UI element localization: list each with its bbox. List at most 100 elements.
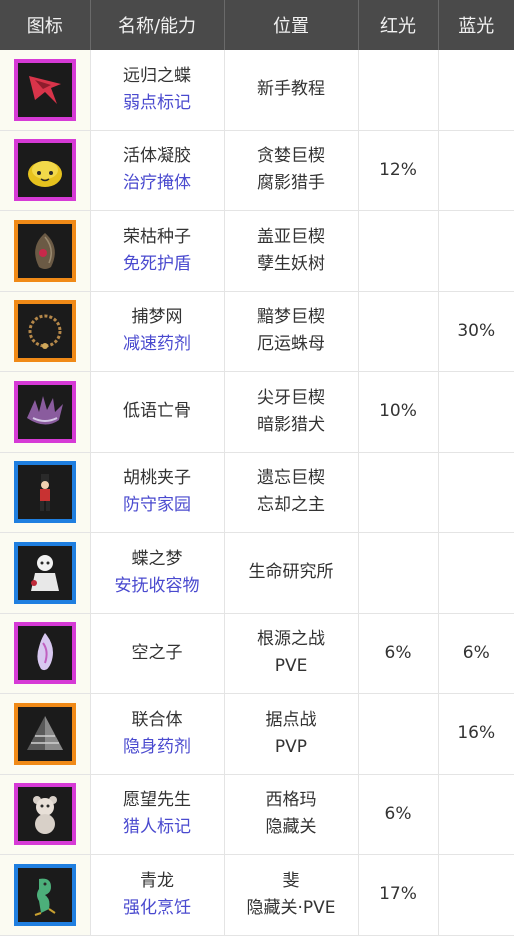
red-light-cell — [358, 452, 439, 533]
item-ability: 强化烹饪 — [123, 897, 191, 918]
red-light-cell — [358, 532, 439, 614]
item-ability: 猎人标记 — [123, 817, 191, 838]
header-red: 红光 — [358, 0, 439, 50]
table-row: 愿望先生 猎人标记 西格玛 隐藏关 6% — [0, 774, 514, 855]
item-name: 远归之蝶 — [123, 65, 191, 86]
blue-light-cell: 30% — [438, 291, 514, 372]
header-blue: 蓝光 — [438, 0, 514, 50]
location-line: 斐 — [282, 870, 300, 891]
blue-light-cell — [438, 774, 514, 855]
table-row: 蝶之梦 安抚收容物 生命研究所 — [0, 532, 514, 614]
location-line: 生命研究所 — [248, 562, 334, 583]
name-cell: 愿望先生 猎人标记 — [90, 774, 225, 855]
name-cell: 低语亡骨 — [90, 371, 225, 453]
table-row: 活体凝胶 治疗掩体 贪婪巨楔 腐影猎手 12% — [0, 130, 514, 211]
red-light-cell: 10% — [358, 371, 439, 453]
table-row: 青龙 强化烹饪斐隐藏关·PVE 17% — [0, 854, 514, 936]
table-row: 荣枯种子 免死护盾 盖亚巨楔 孽生妖树 — [0, 210, 514, 292]
blue-light-cell — [438, 854, 514, 936]
blue-light-cell — [438, 452, 514, 533]
name-cell: 青龙 强化烹饪 — [90, 854, 225, 936]
ghost-wisp-icon[interactable] — [13, 622, 76, 685]
red-light-cell: 17% — [358, 854, 439, 936]
item-name: 空之子 — [131, 642, 183, 663]
location-cell: 尖牙巨楔 暗影猎犬 — [224, 371, 359, 453]
location-cell: 黯梦巨楔 厄运蛛母 — [224, 291, 359, 372]
red-arrow-butterfly-icon[interactable] — [13, 58, 76, 121]
icon-cell — [0, 613, 91, 694]
table-row: 远归之蝶弱点标记 新手教程 — [0, 50, 514, 131]
location-cell: 生命研究所 — [224, 532, 359, 614]
pyramid-icon[interactable] — [13, 702, 76, 765]
icon-cell — [0, 291, 91, 372]
location-line: 忘却之主 — [257, 495, 325, 516]
icon-cell — [0, 693, 91, 775]
blue-light-cell — [438, 371, 514, 453]
location-cell: 据点战 PVP — [224, 693, 359, 775]
dreamcatcher-necklace-icon[interactable] — [13, 300, 76, 363]
location-line: 尖牙巨楔 — [257, 387, 325, 408]
location-line: 根源之战 — [257, 629, 325, 650]
location-line: PVE — [274, 656, 308, 677]
location-line: 厄运蛛母 — [257, 334, 325, 355]
red-light-cell — [358, 693, 439, 775]
location-line: 据点战 — [265, 709, 317, 730]
icon-cell — [0, 50, 91, 131]
location-line: 隐藏关·PVE — [246, 897, 336, 918]
nutcracker-icon[interactable] — [13, 461, 76, 524]
location-line: 遗忘巨楔 — [257, 468, 325, 489]
table-row: 胡桃夹子 防守家园 遗忘巨楔 忘却之主 — [0, 452, 514, 533]
item-name: 活体凝胶 — [123, 146, 191, 167]
item-ability: 减速药剂 — [123, 334, 191, 355]
blue-light-cell — [438, 50, 514, 131]
icon-cell — [0, 854, 91, 936]
item-ability: 治疗掩体 — [123, 173, 191, 194]
yellow-slime-icon[interactable] — [13, 139, 76, 202]
table-row: 低语亡骨 尖牙巨楔 暗影猎犬 10% — [0, 371, 514, 453]
blue-light-cell — [438, 130, 514, 211]
icon-cell — [0, 452, 91, 533]
location-line: 黯梦巨楔 — [257, 307, 325, 328]
header-location: 位置 — [224, 0, 359, 50]
table-row: 联合体隐身药剂 据点战 PVP 16% — [0, 693, 514, 775]
item-ability: 弱点标记 — [123, 92, 191, 113]
location-line: 腐影猎手 — [257, 173, 325, 194]
items-table: 图标 名称/能力 位置 红光 蓝光 远归之蝶 弱点标记 新手教程 活体凝胶 治疗掩体 贪婪… — [0, 0, 514, 936]
item-name: 胡桃夹子 — [123, 468, 191, 489]
item-name: 联合体 — [131, 709, 183, 730]
item-ability: 隐身药剂 — [123, 736, 191, 757]
location-cell: 盖亚巨楔 孽生妖树 — [224, 210, 359, 292]
red-light-cell — [358, 50, 439, 131]
doll-icon[interactable] — [13, 541, 76, 604]
teddy-bear-icon[interactable] — [13, 783, 76, 846]
icon-cell — [0, 371, 91, 453]
spiky-bone-creature-icon[interactable] — [13, 380, 76, 443]
table-row: 捕梦网 减速药剂 黯梦巨楔 厄运蛛母 30% — [0, 291, 514, 372]
name-cell: 荣枯种子 免死护盾 — [90, 210, 225, 292]
location-line: 西格玛 — [265, 790, 317, 811]
location-cell: 贪婪巨楔 腐影猎手 — [224, 130, 359, 211]
name-cell: 胡桃夹子 防守家园 — [90, 452, 225, 533]
location-cell: 根源之战 PVE — [224, 613, 359, 694]
blue-light-cell: 16% — [438, 693, 514, 775]
seed-pod-icon[interactable] — [13, 219, 76, 282]
item-ability: 防守家园 — [123, 495, 191, 516]
icon-cell — [0, 774, 91, 855]
name-cell: 蝶之梦 安抚收容物 — [90, 532, 225, 614]
item-name: 青龙 — [140, 870, 174, 891]
name-cell: 空之子 — [90, 613, 225, 694]
red-light-cell: 6% — [358, 613, 439, 694]
location-line: 暗影猎犬 — [257, 414, 325, 435]
item-name: 愿望先生 — [123, 790, 191, 811]
header-name: 名称/能力 — [90, 0, 225, 50]
location-cell: 新手教程 — [224, 50, 359, 131]
location-cell: 斐隐藏关·PVE — [224, 854, 359, 936]
red-light-cell: 12% — [358, 130, 439, 211]
location-cell: 遗忘巨楔 忘却之主 — [224, 452, 359, 533]
green-dragon-icon[interactable] — [13, 863, 76, 926]
location-line: 孽生妖树 — [257, 253, 325, 274]
header-icon: 图标 — [0, 0, 91, 50]
name-cell: 活体凝胶 治疗掩体 — [90, 130, 225, 211]
table-row: 空之子 根源之战 PVE 6% 6% — [0, 613, 514, 694]
location-line: 隐藏关 — [265, 817, 317, 838]
